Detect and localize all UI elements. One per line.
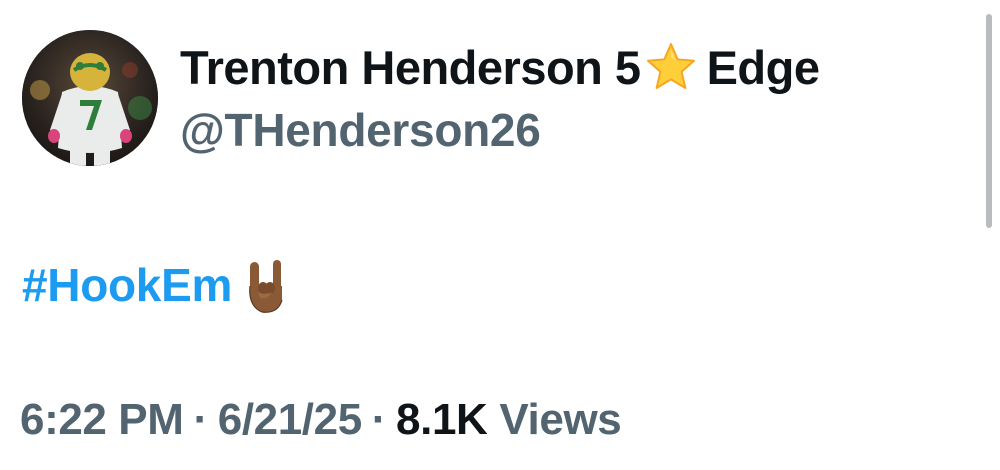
avatar[interactable] — [22, 30, 158, 166]
tweet-date[interactable]: 6/21/25 — [218, 395, 362, 445]
tweet-time[interactable]: 6:22 PM — [20, 395, 184, 445]
tweet-text: #HookEm — [22, 256, 288, 314]
display-name[interactable]: Trenton Henderson 5 — [180, 40, 641, 95]
hashtag-link[interactable]: #HookEm — [22, 258, 232, 312]
views-label: Views — [499, 395, 622, 444]
meta-separator: · — [193, 395, 209, 444]
tweet-meta: 6:22 PM · 6/21/25 · 8.1K Views — [20, 395, 622, 445]
tweet-card: Trenton Henderson 5 Edge @THenderson26 #… — [0, 0, 1000, 470]
star-icon — [643, 39, 699, 95]
horns-hand-icon — [242, 256, 288, 314]
scrollbar[interactable] — [986, 14, 992, 228]
author-name-row[interactable]: Trenton Henderson 5 Edge — [180, 36, 820, 98]
author-handle[interactable]: @THenderson26 — [180, 103, 541, 157]
display-name-suffix[interactable]: Edge — [707, 40, 820, 95]
football-player-avatar-icon — [22, 30, 158, 166]
meta-separator: · — [371, 395, 387, 444]
views-count: 8.1K — [396, 395, 488, 444]
